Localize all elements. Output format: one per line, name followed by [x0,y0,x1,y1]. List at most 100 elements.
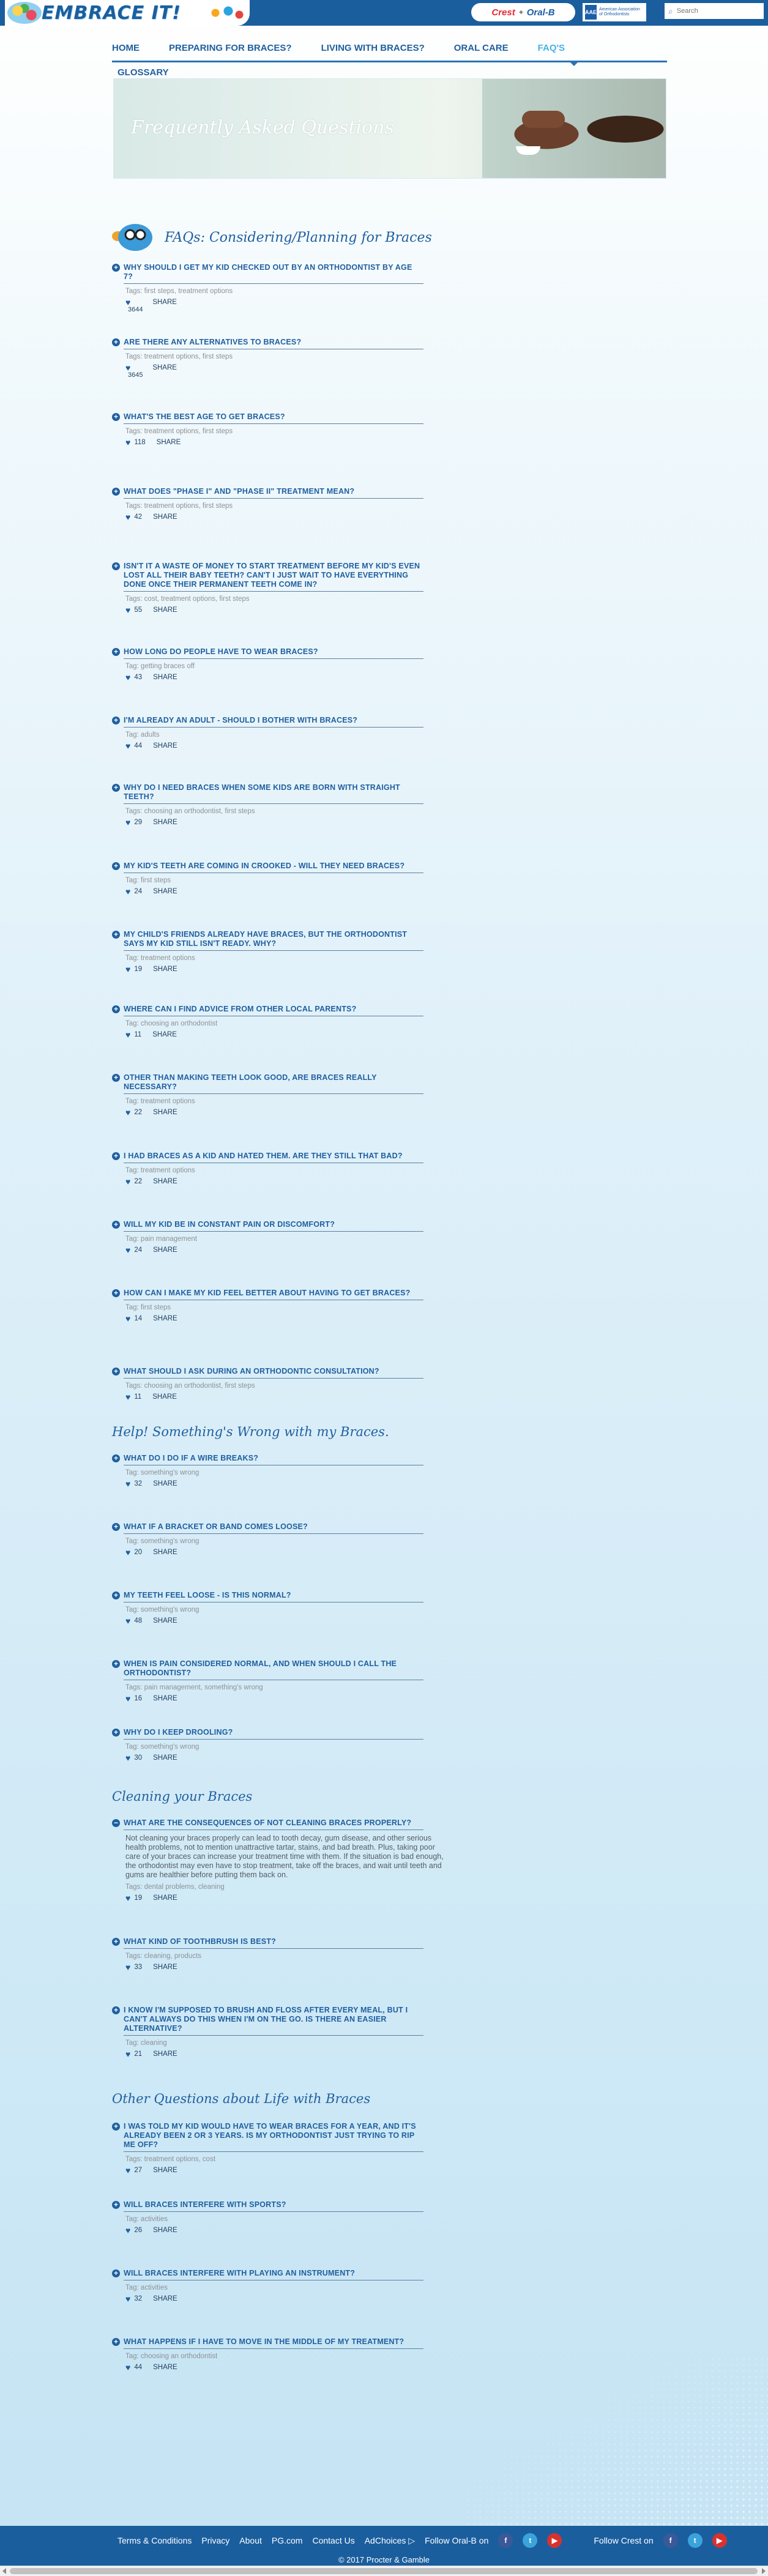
heart-icon[interactable]: ♥ [125,1893,130,1903]
aae-logo[interactable]: AAE American Association of Orthodontist… [583,3,646,21]
share-button[interactable]: SHARE [153,1894,177,1902]
faq-question[interactable]: How can I make my kid feel better about … [124,1289,423,1300]
faq-question-row[interactable]: + What's the best age to get braces? [112,412,455,424]
expand-plus-icon[interactable]: + [112,862,120,870]
faq-tags[interactable]: Tag: something's wrong [125,1538,455,1545]
share-button[interactable]: SHARE [152,364,177,371]
faq-question-row[interactable]: + Will my kid be in constant pain or disc… [112,1220,455,1232]
faq-question[interactable]: My kid's teeth are coming in crooked - w… [124,862,423,873]
share-button[interactable]: SHARE [153,1246,177,1254]
faq-question-row[interactable]: + My child's friends already have braces,… [112,930,455,951]
faq-question[interactable]: What are the consequences of not cleanin… [124,1818,423,1830]
faq-tags[interactable]: Tags: treatment options, cost [125,2156,455,2163]
heart-icon[interactable]: ♥ [125,1392,130,1402]
faq-tags[interactable]: Tags: dental problems, cleaning [125,1883,455,1891]
crest-facebook-icon[interactable]: f [663,2533,678,2548]
heart-icon[interactable]: ♥ [125,2225,130,2235]
share-button[interactable]: SHARE [153,888,177,895]
faq-tags[interactable]: Tag: adults [125,731,455,739]
share-button[interactable]: SHARE [153,1617,177,1625]
share-button[interactable]: SHARE [153,1178,177,1185]
footer-link-contact[interactable]: Contact Us [312,2536,354,2545]
share-button[interactable]: SHARE [152,299,177,306]
expand-plus-icon[interactable]: + [112,1591,120,1599]
faq-question[interactable]: What kind of toothbrush is best? [124,1937,423,1949]
share-button[interactable]: SHARE [153,1549,177,1556]
collapse-icon[interactable]: − [112,1819,120,1827]
share-button[interactable]: SHARE [153,674,177,681]
faq-question-row[interactable]: + Will braces interfere with playing an i… [112,2269,455,2280]
heart-icon[interactable]: ♥ [125,512,130,522]
expand-plus-icon[interactable]: + [112,1454,120,1462]
faq-question-row[interactable]: + Isn't it a waste of money to start trea… [112,562,455,592]
faq-tags[interactable]: Tags: choosing an orthodontist, first st… [125,808,455,815]
footer-link-adchoices[interactable]: AdChoices ▷ [365,2536,415,2546]
faq-question-row[interactable]: + I know I'm supposed to brush and floss … [112,2006,455,2036]
expand-plus-icon[interactable]: + [112,1729,120,1737]
faq-question[interactable]: Where can I find advice from other local… [124,1005,423,1016]
expand-plus-icon[interactable]: + [112,2269,120,2277]
expand-plus-icon[interactable]: + [112,338,120,346]
faq-question-row[interactable]: + I was told my kid would have to wear br… [112,2122,455,2152]
faq-question-row[interactable]: + What does "Phase I" and "Phase II" trea… [112,487,455,499]
faq-tags[interactable]: Tag: cleaning [125,2039,455,2047]
faq-question[interactable]: How long do people have to wear braces? [124,647,423,659]
heart-icon[interactable]: ♥ [125,887,130,896]
share-button[interactable]: SHARE [153,1964,177,1971]
expand-plus-icon[interactable]: + [112,264,120,272]
heart-icon[interactable]: ♥ [125,1962,130,1972]
faq-question[interactable]: Isn't it a waste of money to start treat… [124,562,423,592]
faq-question[interactable]: I'm already an adult - should I bother w… [124,716,423,728]
search-icon[interactable]: ⌕ [668,6,673,17]
share-button[interactable]: SHARE [152,1031,177,1038]
share-button[interactable]: SHARE [157,439,181,446]
expand-plus-icon[interactable]: + [112,1523,120,1531]
expand-plus-icon[interactable]: + [112,1074,120,1082]
faq-tags[interactable]: Tag: first steps [125,1304,455,1311]
expand-plus-icon[interactable]: + [112,2123,120,2131]
expand-plus-icon[interactable]: + [112,648,120,656]
faq-question-row[interactable]: + How long do people have to wear braces? [112,647,455,659]
faq-question-row[interactable]: + What kind of toothbrush is best? [112,1937,455,1949]
faq-tags[interactable]: Tag: something's wrong [125,1469,455,1476]
expand-plus-icon[interactable]: + [112,562,120,570]
expand-plus-icon[interactable]: + [112,784,120,792]
heart-icon[interactable]: ♥ [125,2294,130,2304]
oralb-twitter-icon[interactable]: t [523,2533,538,2548]
faq-question-row[interactable]: + What happens if I have to move in the m… [112,2337,455,2349]
expand-plus-icon[interactable]: + [112,1368,120,1375]
nav-faqs[interactable]: FAQ'S [538,43,565,53]
heart-icon[interactable]: ♥ [125,605,130,615]
nav-home[interactable]: HOME [112,43,140,53]
faq-question[interactable]: I had braces as a kid and hated them. Ar… [124,1152,423,1163]
heart-icon[interactable]: ♥ [125,672,130,682]
share-button[interactable]: SHARE [153,606,177,614]
faq-tags[interactable]: Tags: choosing an orthodontist, first st… [125,1382,455,1390]
faq-tags[interactable]: Tags: pain management, something's wrong [125,1684,455,1691]
faq-question-row[interactable]: + Why do I need braces when some kids are… [112,783,455,804]
faq-question-row[interactable]: + My kid's teeth are coming in crooked - … [112,862,455,873]
search-input[interactable] [676,7,750,15]
faq-tags[interactable]: Tags: first steps, treatment options [125,288,455,295]
heart-icon[interactable]: ♥ [125,1030,130,1040]
faq-question-row[interactable]: + What if a bracket or band comes loose? [112,1522,455,1534]
share-button[interactable]: SHARE [153,819,177,826]
expand-plus-icon[interactable]: + [112,931,120,939]
faq-question[interactable]: My child's friends already have braces, … [124,930,423,951]
faq-question[interactable]: I was told my kid would have to wear bra… [124,2122,423,2152]
faq-question-row[interactable]: + Will braces interfere with sports? [112,2200,455,2212]
share-button[interactable]: SHARE [153,2295,177,2302]
heart-icon[interactable]: ♥ [125,1107,130,1117]
faq-question[interactable]: My teeth feel loose - is this normal? [124,1591,423,1603]
faq-question[interactable]: Other than making teeth look good, are b… [124,1073,423,1094]
heart-icon[interactable]: ♥ [125,1753,130,1763]
faq-question-row[interactable]: + I'm already an adult - should I bother … [112,716,455,728]
oralb-youtube-icon[interactable]: ▶ [547,2533,562,2548]
share-button[interactable]: SHARE [153,1315,177,1322]
crest-twitter-icon[interactable]: t [687,2533,703,2548]
faq-tags[interactable]: Tag: activities [125,2284,455,2291]
heart-icon[interactable]: ♥ [125,1177,130,1186]
expand-plus-icon[interactable]: + [112,1221,120,1229]
nav-preparing-for-braces[interactable]: PREPARING FOR BRACES? [169,43,292,53]
heart-icon[interactable]: ♥ [125,1616,130,1626]
